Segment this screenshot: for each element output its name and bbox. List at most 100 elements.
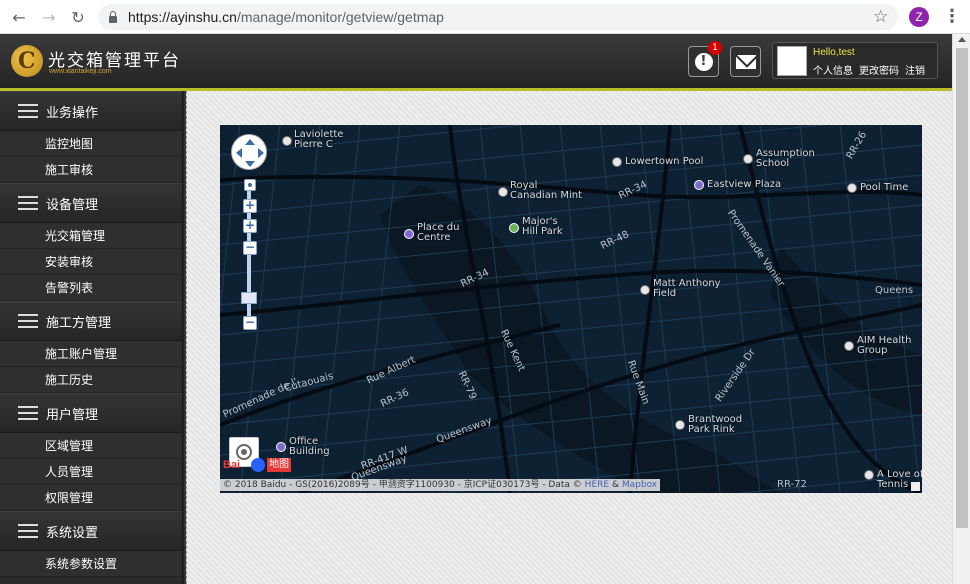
url-host: https://ayinshu.cn [128,9,237,25]
zoom-out-button[interactable]: − [243,241,257,255]
zoom-in-button[interactable]: + [243,199,257,213]
alert-button[interactable]: ! 1 [688,41,722,77]
map-resize-icon[interactable] [911,482,920,491]
map-poi-marker[interactable] [509,223,519,233]
lock-icon [108,11,118,23]
user-panel: Hello,test 个人信息 更改密码 注销 [772,42,938,79]
address-bar[interactable]: https://ayinshu.cn/manage/monitor/getvie… [98,4,898,30]
map-place-label: Brantwood Park Rink [688,414,743,435]
back-icon[interactable]: ← [4,2,34,32]
map-place-label: Assumption School [756,148,815,169]
map-view[interactable]: Laviolette Pierre C Royal Canadian Mint … [220,125,922,493]
map-poi-marker[interactable] [282,136,292,146]
sidebar-group-label: 施工方管理 [46,315,112,331]
forward-icon[interactable]: → [34,2,64,32]
sidebar-group-label: 业务操作 [46,105,99,121]
map-poi-marker[interactable] [694,180,704,190]
map-road-label: Queens [875,285,914,296]
url-path: /manage/monitor/getview/getmap [236,9,444,25]
menu-icon [18,524,38,538]
profile-link[interactable]: 个人信息 [813,62,853,77]
zoom-in-button[interactable]: + [243,219,257,233]
sidebar-item-permissions[interactable]: 权限管理 [0,485,182,511]
sidebar-group-label: 系统设置 [46,525,99,541]
app-subtitle: www.xiantaikeji.com [49,68,112,75]
sidebar-item-staff[interactable]: 人员管理 [0,459,182,485]
app-header: 光交箱管理平台 www.xiantaikeji.com ! 1 Hello,te… [0,34,952,88]
logout-link[interactable]: 注销 [905,62,925,77]
sidebar-group-label: 设备管理 [46,197,99,213]
menu-icon [18,104,38,118]
map-place-label: Pool Time [860,182,909,193]
map-poi-marker[interactable] [844,341,854,351]
browser-menu-icon[interactable]: ⋮ [943,6,961,27]
zoom-level-icon [244,179,256,191]
sidebar-item-box-management[interactable]: 光交箱管理 [0,223,182,249]
sidebar-group-label: 用户管理 [46,407,99,423]
baidu-paw-icon [251,458,265,472]
alert-count-badge: 1 [708,41,722,55]
sidebar-item-construction-review[interactable]: 施工审核 [0,157,182,183]
map-poi-marker[interactable] [743,154,753,164]
browser-toolbar: ← → ↻ https://ayinshu.cn/manage/monitor/… [0,0,970,34]
sidebar-item-construction-history[interactable]: 施工历史 [0,367,182,393]
map-place-label: Laviolette Pierre C [294,129,344,150]
scroll-thumb[interactable] [956,48,968,528]
sidebar-group-users[interactable]: 用户管理 [0,393,182,433]
attribution-amp: & [611,480,619,490]
sidebar-group-contractor[interactable]: 施工方管理 [0,301,182,341]
map-poi-marker[interactable] [612,157,622,167]
map-place-label: Eastview Plaza [707,179,782,190]
logo-icon [11,45,43,77]
attribution-text: © 2018 Baidu - GS(2016)2089号 - 甲测资字11009… [223,480,582,490]
map-place-label: Major's Hill Park [522,216,563,237]
mail-button[interactable] [730,46,761,77]
mail-icon [735,54,756,69]
scroll-up-icon[interactable] [958,37,966,42]
menu-icon [18,406,38,420]
greeting: Hello,test [813,47,855,58]
map-poi-marker[interactable] [640,285,650,295]
menu-icon [18,314,38,328]
map-poi-marker[interactable] [847,183,857,193]
map-poi-marker[interactable] [864,470,874,480]
sidebar-item-alarm-list[interactable]: 告警列表 [0,275,182,301]
map-place-label: Place du Centre [417,222,460,243]
map-zoom-slider[interactable]: + + − − [241,179,257,330]
zoom-out-button[interactable]: − [243,316,257,330]
map-poi-marker[interactable] [276,442,286,452]
map-pan-control[interactable] [231,134,267,170]
change-password-link[interactable]: 更改密码 [859,62,899,77]
avatar [777,46,807,76]
sidebar-item-regions[interactable]: 区域管理 [0,433,182,459]
map-poi-marker[interactable] [498,187,508,197]
profile-avatar[interactable]: Z [909,7,929,27]
map-poi-marker[interactable] [675,420,685,430]
baidu-logo: Bai 地图 [223,457,291,473]
mapbox-link[interactable]: Mapbox [622,480,657,490]
map-place-label: Royal Canadian Mint [510,180,583,201]
reload-icon[interactable]: ↻ [63,2,93,32]
baidu-logo-text: Bai [223,459,241,471]
bookmark-star-icon[interactable]: ☆ [873,7,888,27]
page-scrollbar[interactable] [952,34,970,584]
sidebar-group-settings[interactable]: 系统设置 [0,511,182,551]
sidebar-item-monitor-map[interactable]: 监控地图 [0,131,182,157]
sidebar-group-business[interactable]: 业务操作 [0,91,182,131]
sidebar-group-device[interactable]: 设备管理 [0,183,182,223]
map-poi-marker[interactable] [404,229,414,239]
sidebar-item-install-review[interactable]: 安装审核 [0,249,182,275]
map-place-label: Matt Anthony Field [653,278,721,299]
baidu-map-text: 地图 [267,458,291,472]
here-link[interactable]: HERE [585,480,609,490]
sidebar: 业务操作 监控地图 施工审核 设备管理 光交箱管理 安装审核 告警列表 施工方管… [0,91,182,584]
map-attribution: © 2018 Baidu - GS(2016)2089号 - 甲测资字11009… [220,479,661,491]
sidebar-item-system-params[interactable]: 系统参数设置 [0,551,182,577]
map-road-label: RR-72 [777,479,807,490]
zoom-handle[interactable] [241,292,257,304]
alert-icon: ! [694,52,713,71]
menu-icon [18,196,38,210]
map-place-label: AIM Health Group [857,335,912,356]
sidebar-item-contractor-accounts[interactable]: 施工账户管理 [0,341,182,367]
map-place-label: Lowertown Pool [625,156,704,167]
